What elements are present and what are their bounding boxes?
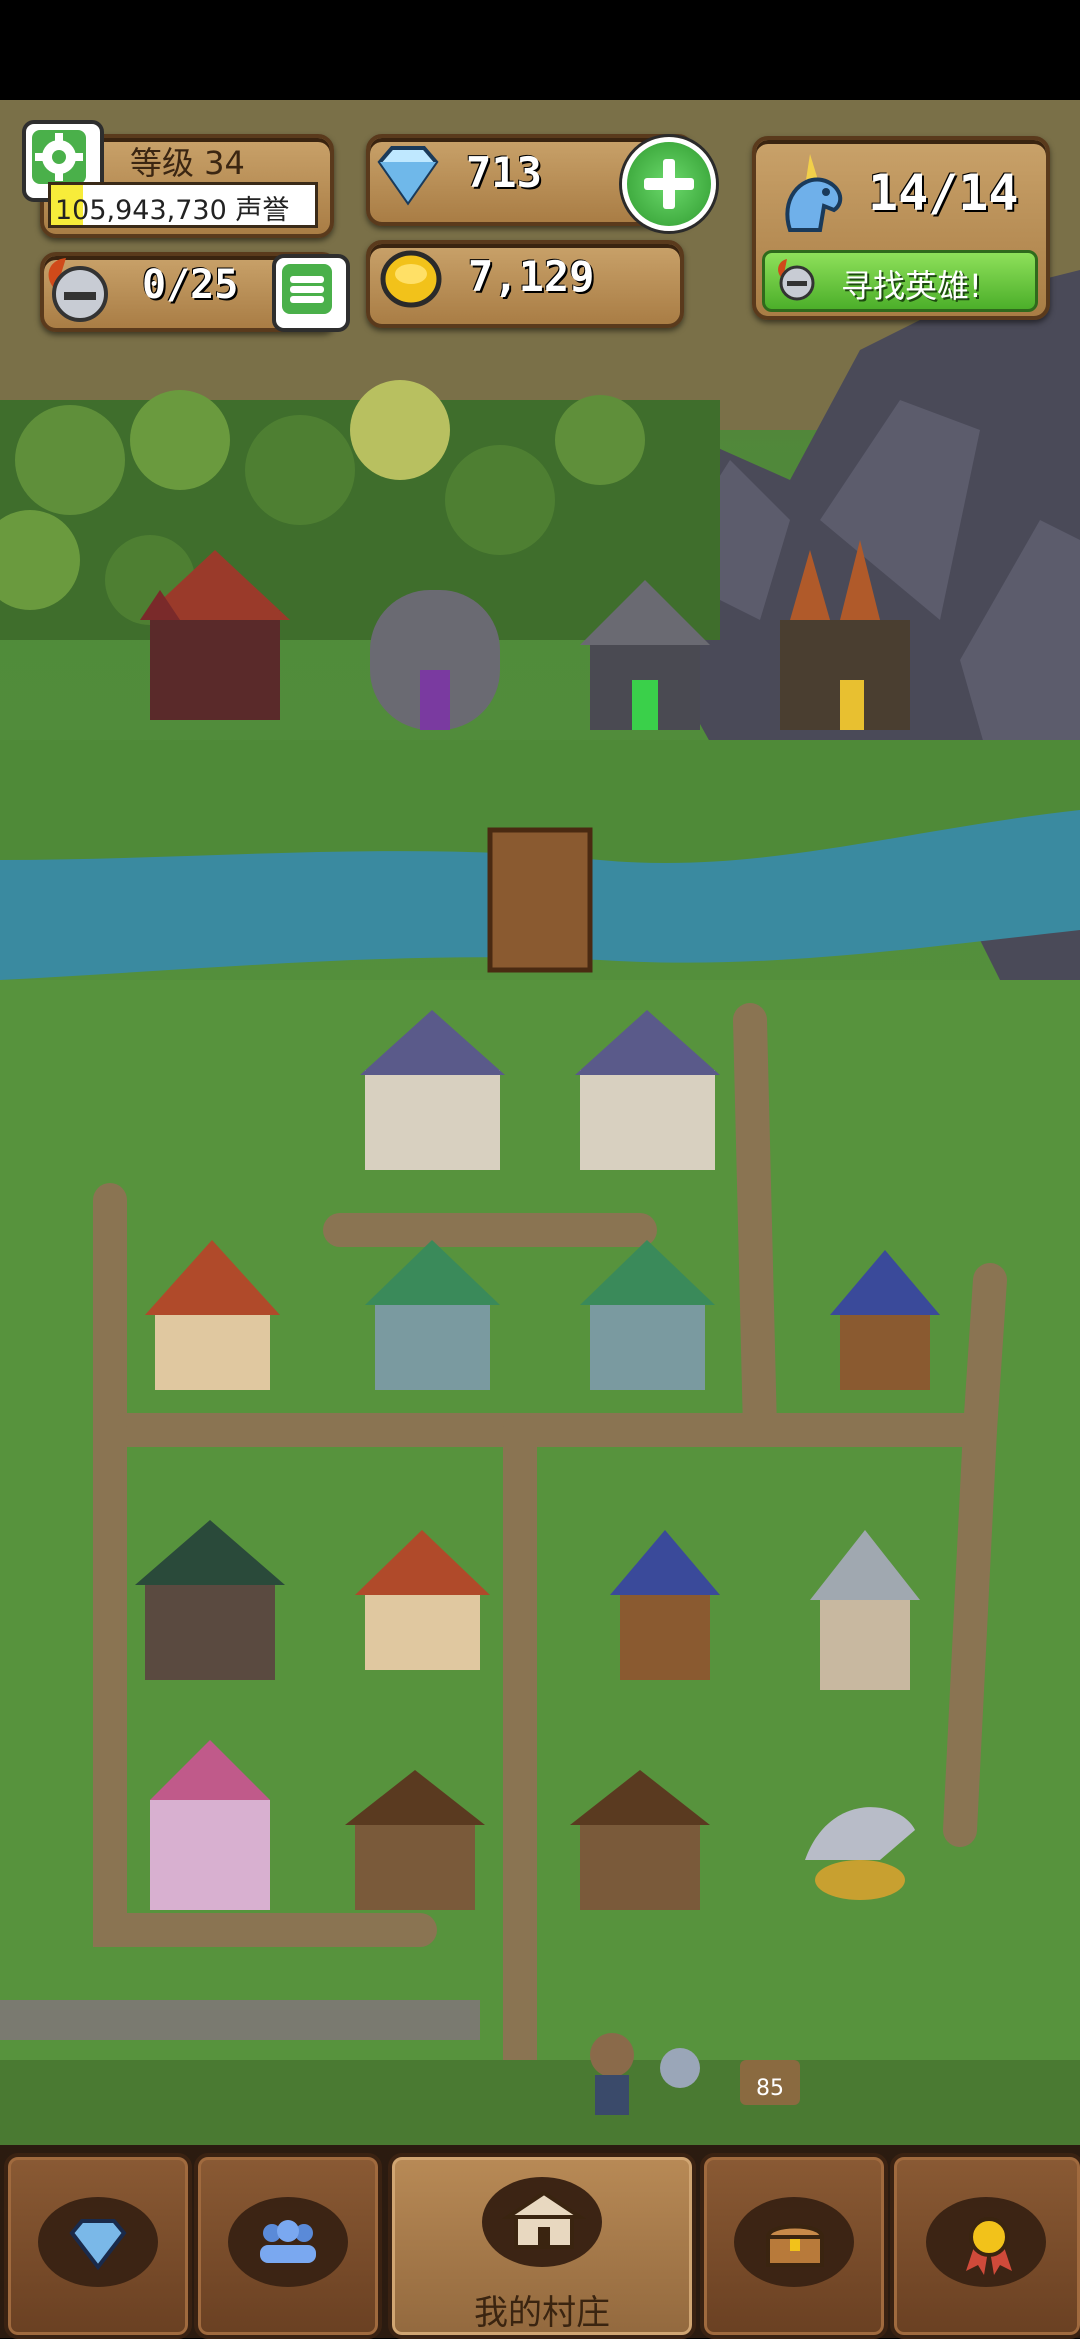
tab-chest[interactable] (700, 2153, 888, 2339)
gems-count: 713 (466, 148, 542, 197)
tab-shop[interactable] (4, 2153, 192, 2339)
tab-achievements[interactable] (890, 2153, 1080, 2339)
gold-count: 7,129 (468, 252, 595, 301)
unicorn-count: 14/14 (868, 164, 1019, 222)
tab-my-village-label: 我的村庄 (474, 2293, 610, 2333)
tab-my-village[interactable]: 我的村庄 (388, 2153, 696, 2339)
status-bar (0, 0, 1080, 100)
level-label: 等级 34 (130, 144, 245, 182)
village-map[interactable]: 85 (0, 100, 1080, 2145)
medal-icon (962, 2213, 1016, 2279)
gem-icon (66, 2215, 130, 2275)
bridge[interactable] (487, 827, 593, 973)
knight-helmet-small-icon (771, 255, 819, 303)
heroes-icon (256, 2217, 320, 2271)
find-hero-button[interactable]: 寻找英雄! (762, 250, 1038, 312)
chest-icon (764, 2219, 826, 2273)
bottom-nav: 我的村庄 (0, 2145, 1080, 2339)
reputation-bar: 105,943,730 声誉 (48, 182, 318, 228)
reputation-text: 105,943,730 声誉 (55, 195, 290, 226)
tab-heroes[interactable] (194, 2153, 382, 2339)
diamond-icon (372, 142, 444, 208)
bottom-grass (0, 2060, 1080, 2145)
stone-wall (0, 2000, 480, 2040)
heroes-capacity: 0/25 (142, 262, 239, 308)
mage-guild (370, 590, 500, 730)
gold-coin-icon (376, 244, 446, 314)
list-icon (282, 264, 332, 314)
find-hero-label: 寻找英雄! (841, 267, 982, 305)
forest (0, 380, 720, 640)
buy-gems-button[interactable] (622, 137, 716, 231)
bucket-count: 85 (756, 2076, 784, 2101)
gear-icon (32, 130, 86, 184)
knight-helmet-icon (36, 250, 116, 330)
village-icon (501, 2187, 587, 2257)
hero-list-button[interactable] (272, 254, 350, 332)
unicorn-icon (770, 150, 856, 236)
